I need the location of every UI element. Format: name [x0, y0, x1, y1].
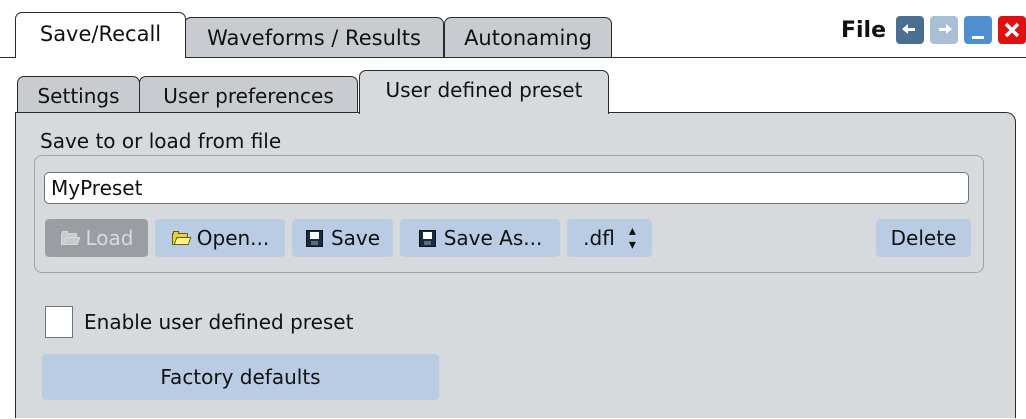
- select-arrows-icon: ▴ ▾: [628, 223, 636, 253]
- save-button[interactable]: Save: [292, 219, 393, 257]
- tab-user-preferences-label: User preferences: [163, 84, 334, 108]
- tab-settings[interactable]: Settings: [17, 76, 140, 112]
- open-button[interactable]: Open...: [155, 219, 285, 257]
- close-button[interactable]: [998, 16, 1026, 44]
- undo-button[interactable]: [896, 16, 924, 44]
- tab-user-defined-preset[interactable]: User defined preset: [359, 70, 609, 114]
- open-label: Open...: [196, 226, 270, 250]
- file-dialog: Save/Recall Waveforms / Results Autonami…: [0, 0, 1026, 419]
- tab-waveforms-results-label: Waveforms / Results: [207, 26, 421, 50]
- open-folder-icon: [60, 228, 80, 248]
- tab-save-recall-label: Save/Recall: [39, 22, 162, 46]
- group-label: Save to or load from file: [40, 129, 282, 153]
- redo-icon: [939, 24, 952, 34]
- tab-autonaming-label: Autonaming: [464, 26, 592, 50]
- floppy-disk-icon: [305, 228, 325, 248]
- load-button[interactable]: Load: [45, 219, 148, 257]
- open-folder-icon: [171, 228, 192, 248]
- delete-label: Delete: [890, 226, 957, 250]
- save-label: Save: [330, 226, 381, 250]
- save-as-button[interactable]: Save As...: [400, 219, 560, 257]
- window-title: File: [840, 17, 886, 43]
- tab-save-recall[interactable]: Save/Recall: [15, 12, 186, 58]
- enable-preset-checkbox[interactable]: [45, 306, 73, 338]
- tab-user-preferences[interactable]: User preferences: [139, 76, 358, 112]
- tab-user-defined-preset-label: User defined preset: [385, 78, 583, 102]
- close-icon: [1004, 22, 1020, 38]
- extension-select[interactable]: .dfl ▴ ▾: [567, 219, 652, 257]
- enable-preset-label: Enable user defined preset: [84, 310, 354, 334]
- floppy-disk-icon: [418, 228, 438, 248]
- tab-autonaming[interactable]: Autonaming: [444, 17, 612, 57]
- load-label: Load: [85, 226, 134, 250]
- save-as-label: Save As...: [443, 226, 543, 250]
- minimize-icon: [972, 36, 984, 39]
- tab-waveforms-results[interactable]: Waveforms / Results: [184, 17, 444, 57]
- delete-button[interactable]: Delete: [876, 219, 971, 257]
- file-name-input[interactable]: [44, 172, 969, 204]
- redo-button[interactable]: [930, 16, 958, 44]
- title-bar: File: [841, 10, 1026, 50]
- minimize-button[interactable]: [964, 16, 992, 44]
- tab-settings-label: Settings: [37, 84, 120, 108]
- factory-defaults-button[interactable]: Factory defaults: [42, 354, 439, 400]
- factory-defaults-label: Factory defaults: [160, 365, 321, 389]
- extension-value: .dfl: [583, 226, 615, 250]
- undo-icon: [902, 24, 915, 34]
